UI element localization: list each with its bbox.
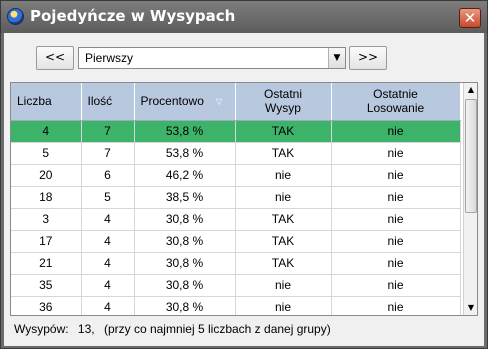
cell-wysyp: nie (235, 296, 332, 315)
cell-ilosc: 4 (81, 252, 135, 275)
cell-wysyp: TAK (235, 208, 332, 231)
cell-procent: 38,5 % (134, 186, 236, 209)
column-header-ostatni-wysyp[interactable]: Ostatni Wysyp (235, 83, 332, 121)
sort-descending-icon: ▽ (215, 96, 223, 106)
table-row[interactable]: 4 7 53,8 % TAK nie (11, 120, 461, 143)
status-bar: Wysypów: 13, (przy co najmniej 5 liczbac… (14, 322, 337, 336)
cell-ilosc: 6 (81, 164, 135, 187)
cell-procent: 30,8 % (134, 208, 236, 231)
column-header-ilosc[interactable]: Ilość (81, 83, 135, 121)
table-row[interactable]: 3 4 30,8 % TAK nie (11, 208, 461, 231)
table-row[interactable]: 18 5 38,5 % nie nie (11, 186, 461, 209)
cell-procent: 53,8 % (134, 142, 236, 165)
cell-losowanie: nie (331, 186, 461, 209)
cell-liczba: 21 (11, 252, 82, 275)
cell-liczba: 18 (11, 186, 82, 209)
next-group-button[interactable]: >> (349, 46, 387, 70)
cell-ilosc: 4 (81, 274, 135, 297)
cell-losowanie: nie (331, 164, 461, 187)
cell-procent: 30,8 % (134, 296, 236, 315)
window-title: Pojedyńcze w Wysypach (30, 7, 236, 25)
cell-ilosc: 7 (81, 142, 135, 165)
cell-losowanie: nie (331, 230, 461, 253)
status-label: Wysypów: (14, 322, 69, 336)
table-row[interactable]: 5 7 53,8 % TAK nie (11, 142, 461, 165)
scroll-up-icon[interactable]: ▲ (464, 83, 477, 97)
status-note: (przy co najmniej 5 liczbach z danej gru… (103, 322, 331, 336)
column-header-label: Losowanie (366, 101, 425, 116)
cell-liczba: 3 (11, 208, 82, 231)
table-body: 4 7 53,8 % TAK nie 5 7 53,8 % TAK nie 20 6 46,2 % nie… (11, 120, 461, 315)
dialog-window: Pojedyńcze w Wysypach ✕ << Pierwszy ▼ >>… (0, 0, 488, 349)
scroll-thumb[interactable] (465, 99, 477, 213)
column-header-ostatnie-losowanie[interactable]: Ostatnie Losowanie (331, 83, 461, 121)
column-header-label: Liczba (17, 94, 52, 109)
cell-procent: 53,8 % (134, 120, 236, 143)
cell-procent: 30,8 % (134, 252, 236, 275)
cell-liczba: 4 (11, 120, 82, 143)
cell-ilosc: 4 (81, 230, 135, 253)
title-bar[interactable]: Pojedyńcze w Wysypach ✕ (1, 1, 487, 33)
cell-ilosc: 4 (81, 296, 135, 315)
cell-wysyp: nie (235, 274, 332, 297)
cell-wysyp: TAK (235, 142, 332, 165)
scroll-down-icon[interactable]: ▼ (464, 301, 477, 315)
cell-procent: 46,2 % (134, 164, 236, 187)
cell-liczba: 36 (11, 296, 82, 315)
cell-liczba: 5 (11, 142, 82, 165)
previous-group-button[interactable]: << (36, 46, 74, 70)
column-header-label: Wysyp (265, 101, 301, 116)
cell-wysyp: TAK (235, 120, 332, 143)
table-header-row: Liczba Ilość Procentowo ▽ Ostatni Wysyp (11, 83, 461, 121)
group-select-value: Pierwszy (85, 51, 134, 65)
column-header-label: Ilość (87, 94, 113, 109)
cell-losowanie: nie (331, 274, 461, 297)
table-row[interactable]: 35 4 30,8 % nie nie (11, 274, 461, 297)
table-row[interactable]: 20 6 46,2 % nie nie (11, 164, 461, 187)
cell-losowanie: nie (331, 252, 461, 275)
column-header-label: Ostatni (263, 87, 302, 102)
results-grid: Liczba Ilość Procentowo ▽ Ostatni Wysyp (10, 82, 478, 316)
cell-ilosc: 7 (81, 120, 135, 143)
vertical-scrollbar[interactable]: ▲ ▼ (463, 83, 477, 315)
cell-wysyp: nie (235, 164, 332, 187)
table-row[interactable]: 21 4 30,8 % TAK nie (11, 252, 461, 275)
group-select[interactable]: Pierwszy ▼ (78, 47, 346, 69)
status-count: 13, (77, 322, 95, 336)
results-table: Liczba Ilość Procentowo ▽ Ostatni Wysyp (11, 83, 461, 315)
cell-losowanie: nie (331, 296, 461, 315)
column-header-procentowo[interactable]: Procentowo ▽ (134, 83, 236, 121)
column-header-label: Procentowo (140, 93, 204, 108)
app-globe-icon (7, 8, 24, 25)
cell-wysyp: TAK (235, 230, 332, 253)
dropdown-arrow-icon[interactable]: ▼ (328, 48, 345, 68)
cell-ilosc: 5 (81, 186, 135, 209)
dialog-body: << Pierwszy ▼ >> Liczba Ilość Procentowo… (4, 33, 484, 346)
cell-losowanie: nie (331, 142, 461, 165)
cell-wysyp: TAK (235, 252, 332, 275)
cell-ilosc: 4 (81, 208, 135, 231)
column-header-label: Ostatnie (373, 87, 418, 102)
cell-losowanie: nie (331, 208, 461, 231)
table-row[interactable]: 17 4 30,8 % TAK nie (11, 230, 461, 253)
cell-losowanie: nie (331, 120, 461, 143)
cell-wysyp: nie (235, 186, 332, 209)
cell-procent: 30,8 % (134, 274, 236, 297)
cell-liczba: 17 (11, 230, 82, 253)
column-header-liczba[interactable]: Liczba (11, 83, 82, 121)
cell-procent: 30,8 % (134, 230, 236, 253)
cell-liczba: 35 (11, 274, 82, 297)
cell-liczba: 20 (11, 164, 82, 187)
close-button[interactable]: ✕ (459, 8, 481, 28)
table-row[interactable]: 36 4 30,8 % nie nie (11, 296, 461, 315)
